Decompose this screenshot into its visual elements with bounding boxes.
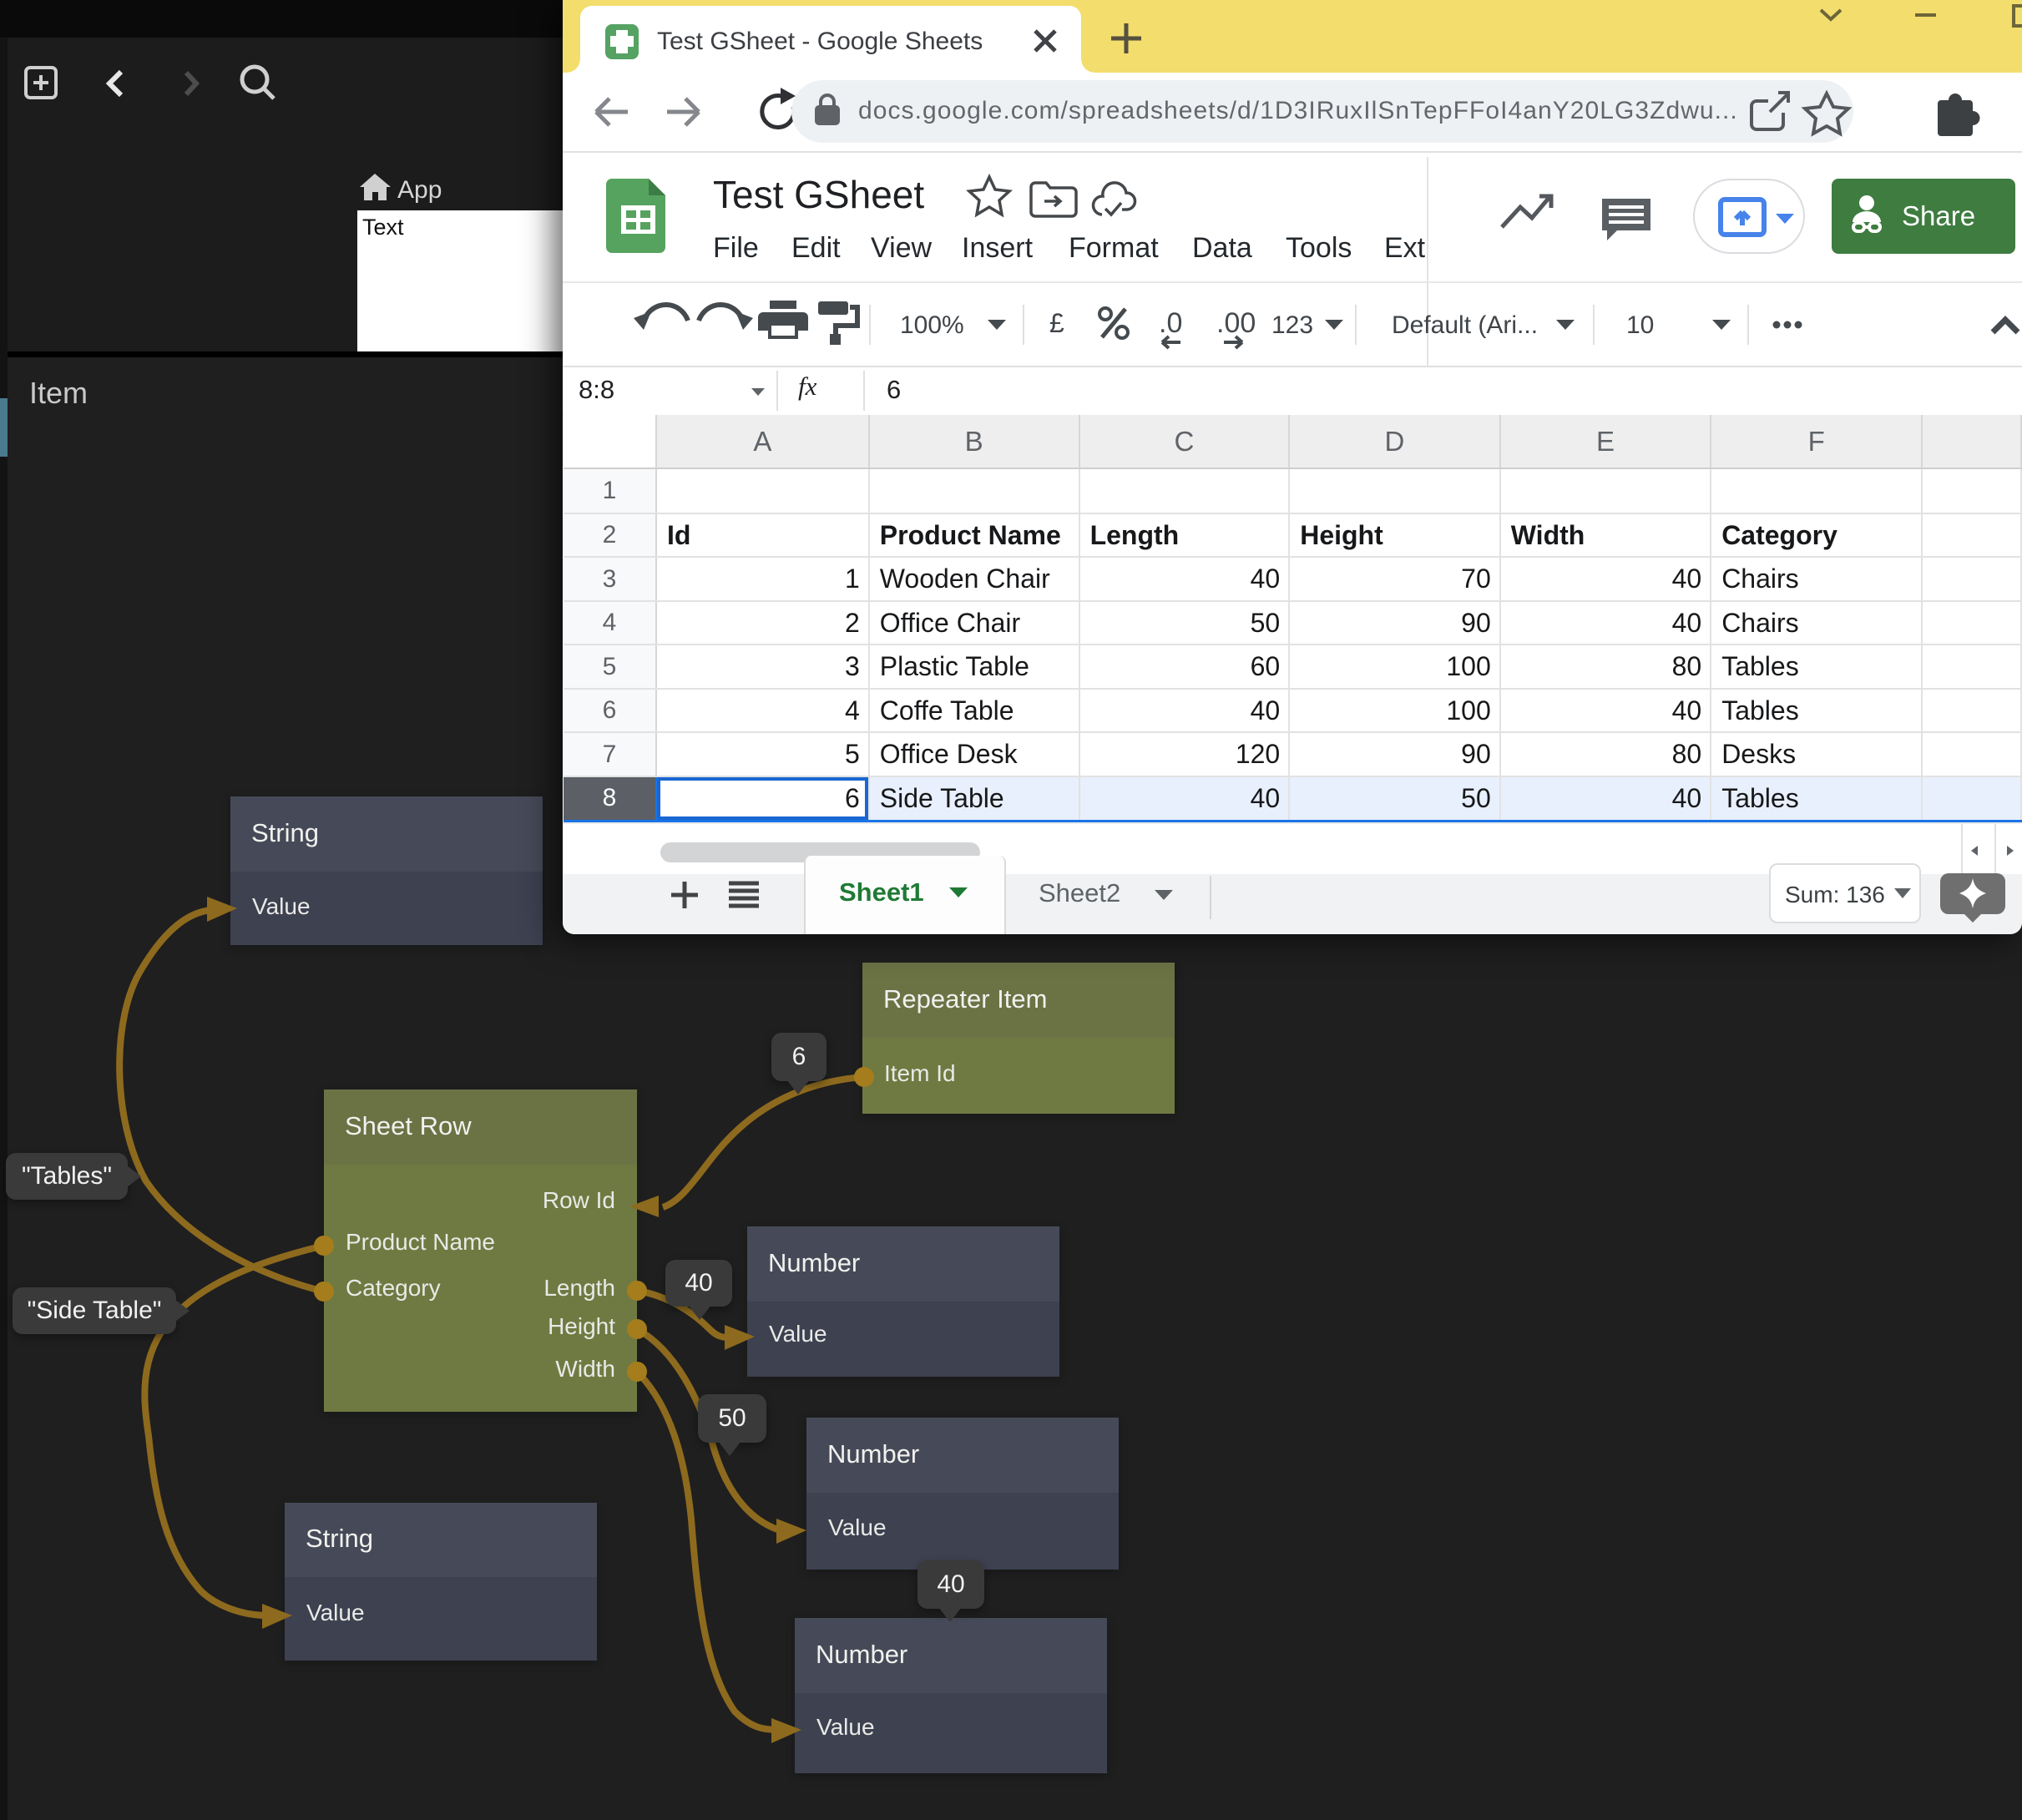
svg-text:.00: .00 (1216, 307, 1256, 339)
svg-text:.0: .0 (1159, 307, 1182, 339)
